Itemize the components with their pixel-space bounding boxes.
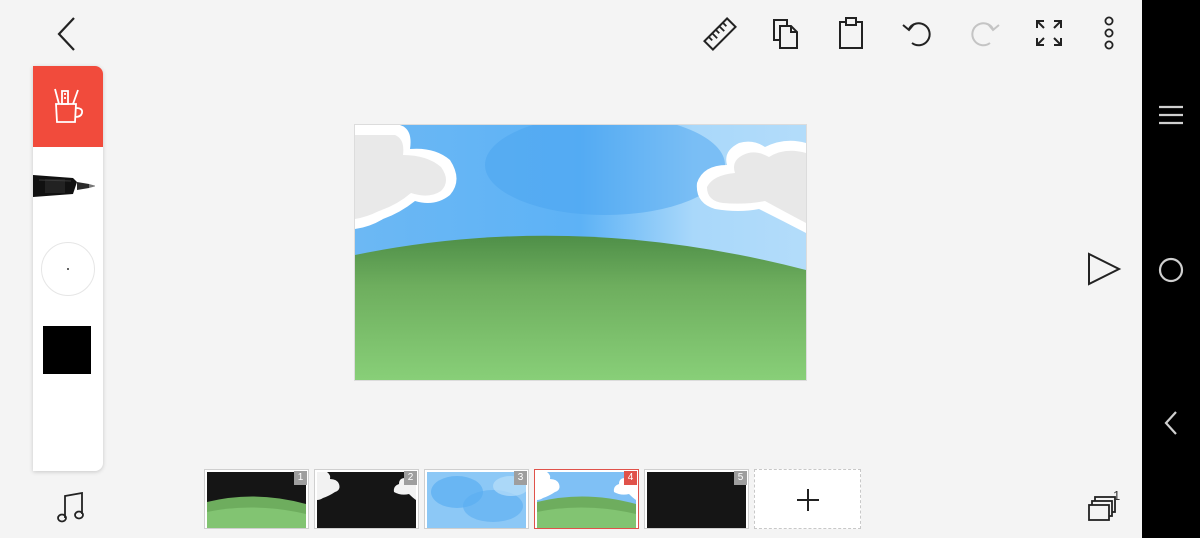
system-back-icon[interactable]	[1162, 410, 1180, 436]
recent-apps-icon[interactable]	[1158, 104, 1184, 126]
layer-count: 1	[1113, 488, 1121, 503]
paste-icon[interactable]	[838, 16, 864, 50]
frame-number: 4	[624, 471, 637, 485]
app-workspace: 1 2 3 4 5 1	[0, 0, 1142, 538]
tool-panel	[33, 66, 103, 471]
frame-preview	[317, 472, 416, 528]
brush-size-control[interactable]	[41, 242, 95, 296]
frame-number: 1	[294, 471, 307, 485]
frame-preview	[537, 472, 636, 528]
home-icon[interactable]	[1157, 256, 1185, 284]
pencil-cup-icon	[51, 86, 85, 126]
frame-number: 5	[734, 471, 747, 485]
brush-size-dot	[67, 268, 69, 270]
frame-preview	[207, 472, 306, 528]
frame-thumbnail-active[interactable]: 4	[534, 469, 639, 529]
frame-thumbnail[interactable]: 2	[314, 469, 419, 529]
frame-preview	[427, 472, 526, 528]
system-nav-bar	[1142, 0, 1200, 538]
color-swatch[interactable]	[43, 326, 91, 374]
undo-icon[interactable]	[900, 17, 936, 49]
frame-number: 2	[404, 471, 417, 485]
plus-icon	[796, 488, 820, 512]
frame-thumbnail[interactable]: 1	[204, 469, 309, 529]
play-icon[interactable]	[1086, 252, 1122, 286]
redo-icon[interactable]	[966, 17, 1002, 49]
fullscreen-icon[interactable]	[1034, 18, 1064, 48]
ruler-icon[interactable]	[702, 17, 738, 51]
frame-number: 3	[514, 471, 527, 485]
tools-button[interactable]	[33, 66, 103, 147]
music-note-icon[interactable]	[56, 492, 86, 524]
add-frame-button[interactable]	[754, 469, 861, 529]
pen-tool-icon[interactable]	[33, 169, 103, 203]
back-icon[interactable]	[54, 16, 80, 52]
frame-thumbnail[interactable]: 5	[644, 469, 749, 529]
frame-thumbnail[interactable]: 3	[424, 469, 529, 529]
copy-icon[interactable]	[772, 16, 800, 50]
drawing-canvas[interactable]	[355, 125, 806, 380]
frame-preview	[647, 472, 746, 528]
more-icon[interactable]	[1100, 16, 1118, 50]
